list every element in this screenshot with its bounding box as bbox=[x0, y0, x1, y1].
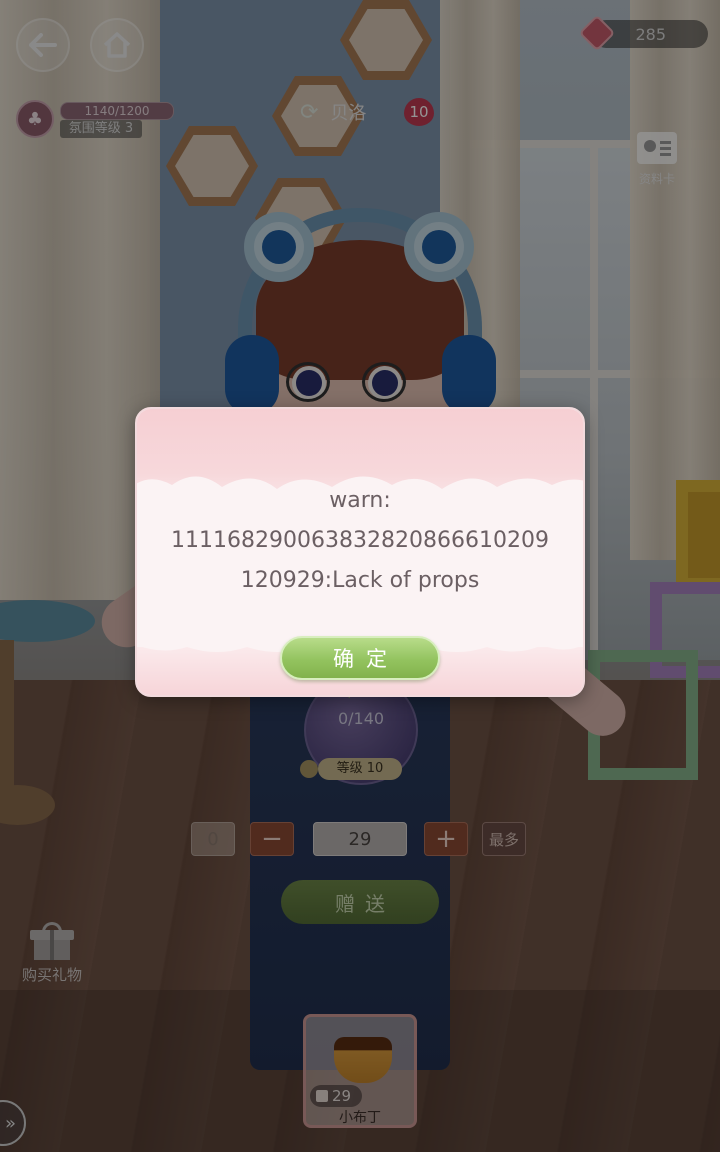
message-line: 120929:Lack of props bbox=[240, 568, 480, 593]
dialog-message: warn: 1111682900638328208666102​09 12092… bbox=[157, 481, 563, 601]
confirm-label: 确定 bbox=[333, 647, 399, 671]
message-line: 1111682900638328208666102​09 bbox=[171, 528, 549, 553]
message-line: warn: bbox=[329, 488, 391, 513]
warning-dialog: warn: 1111682900638328208666102​09 12092… bbox=[135, 407, 585, 697]
confirm-button[interactable]: 确定 bbox=[280, 636, 440, 680]
